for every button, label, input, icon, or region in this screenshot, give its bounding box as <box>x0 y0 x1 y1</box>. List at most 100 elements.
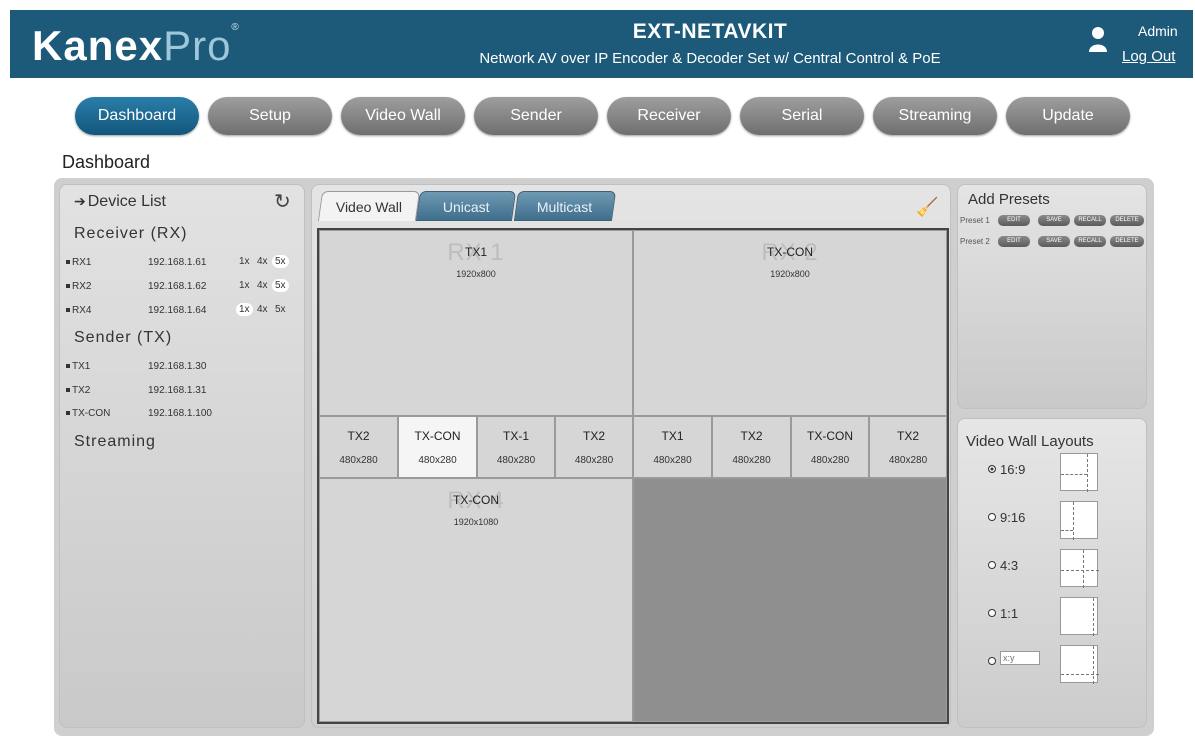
receiver-row[interactable]: RX1 192.168.1.61 1x 4x 5x <box>66 255 302 273</box>
nav-dashboard[interactable]: Dashboard <box>75 97 199 135</box>
wall-cell[interactable]: TX2 480x280 <box>869 416 947 478</box>
wall-cell[interactable]: TX1 480x280 <box>633 416 712 478</box>
page-title: Dashboard <box>62 152 151 172</box>
layout-option-16-9[interactable]: 16:9 <box>988 453 1138 493</box>
tab-multicast[interactable]: Multicast <box>513 191 617 221</box>
preset-row: Preset 2 EDIT SAVE RECALL DELETE <box>960 236 1146 248</box>
tab-unicast[interactable]: Unicast <box>415 191 517 221</box>
product-title: EXT-NETAVKIT <box>632 20 788 43</box>
sender-name: TX-CON <box>72 408 111 419</box>
zone-source: TX-CON <box>767 245 813 259</box>
rx1-zone[interactable]: RX 1 TX1 1920x800 <box>319 230 633 416</box>
receiver-name: RX2 <box>72 281 92 292</box>
radio-icon[interactable] <box>988 657 996 665</box>
custom-ratio-input[interactable] <box>1000 651 1040 665</box>
sender-ip: 192.168.1.100 <box>148 408 212 419</box>
wall-cell[interactable]: TX-CON 480x280 <box>398 416 477 478</box>
header-title-block: EXT-NETAVKIT Network AV over IP Encoder … <box>420 20 1000 67</box>
layout-option-custom[interactable] <box>988 645 1138 685</box>
wall-cell[interactable]: TX2 480x280 <box>555 416 633 478</box>
cell-resolution: 480x280 <box>810 455 850 466</box>
preset-recall-button[interactable]: RECALL <box>1074 236 1106 247</box>
video-wall-canvas[interactable]: RX 1 TX1 1920x800 RX 2 TX-CON 1920x800 T… <box>317 228 949 724</box>
layout-1-1-thumbnail[interactable] <box>1060 597 1098 636</box>
layout-label: 1:1 <box>1000 606 1019 621</box>
radio-icon[interactable] <box>988 561 996 569</box>
sender-name: TX2 <box>72 385 91 396</box>
streaming-section-title: Streaming <box>74 433 156 450</box>
wall-cell[interactable]: TX-CON 480x280 <box>791 416 869 478</box>
receiver-section-title: Receiver (RX) <box>74 225 188 242</box>
scale-1x-button[interactable]: 1x <box>236 255 253 268</box>
layout-16-9-thumbnail[interactable] <box>1060 453 1098 492</box>
wall-cell[interactable]: TX2 480x280 <box>712 416 791 478</box>
scale-4x-button[interactable]: 4x <box>254 303 271 316</box>
nav-setup[interactable]: Setup <box>208 97 332 135</box>
layout-4-3-thumbnail[interactable] <box>1060 549 1099 588</box>
radio-icon[interactable] <box>988 513 996 521</box>
device-list-title: Device List <box>87 193 166 210</box>
nav-streaming[interactable]: Streaming <box>873 97 997 135</box>
wall-cell[interactable]: TX2 480x280 <box>319 416 398 478</box>
logout-link[interactable]: Log Out <box>1122 48 1175 65</box>
scale-5x-button[interactable]: 5x <box>272 303 289 316</box>
tab-video-wall[interactable]: Video Wall <box>317 191 421 221</box>
scale-4x-button[interactable]: 4x <box>254 279 271 292</box>
rx2-zone[interactable]: RX 2 TX-CON 1920x800 <box>633 230 947 416</box>
radio-icon[interactable] <box>988 465 996 473</box>
rx4-zone[interactable]: RX 4 TX-CON 1920x1080 <box>319 478 633 722</box>
preset-edit-button[interactable]: EDIT <box>998 215 1030 226</box>
sender-row[interactable]: TX2 192.168.1.31 <box>66 385 302 401</box>
cell-source: TX2 <box>896 429 919 443</box>
preset-save-button[interactable]: SAVE <box>1038 236 1070 247</box>
sender-row[interactable]: TX1 192.168.1.30 <box>66 361 302 377</box>
preset-delete-button[interactable]: DELETE <box>1110 215 1144 226</box>
layout-option-4-3[interactable]: 4:3 <box>988 549 1138 589</box>
nav-update[interactable]: Update <box>1006 97 1130 135</box>
nav-serial[interactable]: Serial <box>740 97 864 135</box>
scale-4x-button[interactable]: 4x <box>254 255 271 268</box>
product-subtitle: Network AV over IP Encoder & Decoder Set… <box>479 50 941 67</box>
preset-recall-button[interactable]: RECALL <box>1074 215 1106 226</box>
logo-reg: ® <box>231 22 240 33</box>
layout-custom-thumbnail[interactable] <box>1060 645 1099 684</box>
nav-video-wall[interactable]: Video Wall <box>341 97 465 135</box>
layout-9-16-thumbnail[interactable] <box>1060 501 1098 540</box>
layout-option-1-1[interactable]: 1:1 <box>988 597 1138 637</box>
preset-delete-button[interactable]: DELETE <box>1110 236 1144 247</box>
refresh-icon[interactable]: ↻ <box>274 189 291 214</box>
sender-ip: 192.168.1.30 <box>148 361 207 372</box>
scale-5x-button[interactable]: 5x <box>272 279 289 292</box>
main-panel: ➔ Device List ↻ Receiver (RX) RX1 192.168… <box>54 178 1154 736</box>
cell-source: TX-CON <box>807 429 853 443</box>
layout-option-9-16[interactable]: 9:16 <box>988 501 1138 541</box>
receiver-row[interactable]: RX2 192.168.1.62 1x 4x 5x <box>66 279 302 297</box>
cell-resolution: 480x280 <box>732 455 771 466</box>
cell-source: TX2 <box>582 429 605 443</box>
receiver-name: RX1 <box>72 257 92 268</box>
scale-5x-button[interactable]: 5x <box>272 255 289 268</box>
preset-row: Preset 1 EDIT SAVE RECALL DELETE <box>960 215 1146 227</box>
video-wall-panel: Video Wall Unicast Multicast 🧹 RX 1 TX1 … <box>311 184 951 728</box>
sender-row[interactable]: TX-CON 192.168.1.100 <box>66 408 302 424</box>
receiver-ip: 192.168.1.64 <box>148 305 207 316</box>
bullet-icon <box>66 260 70 265</box>
clear-wall-icon[interactable]: 🧹 <box>916 197 938 218</box>
scale-1x-button[interactable]: 1x <box>236 279 253 292</box>
device-list-header: ➔ Device List <box>74 193 166 211</box>
empty-zone[interactable] <box>633 478 947 722</box>
preset-label: Preset 2 <box>960 237 990 246</box>
nav-receiver[interactable]: Receiver <box>607 97 731 135</box>
preset-edit-button[interactable]: EDIT <box>998 236 1030 247</box>
scale-1x-button[interactable]: 1x <box>236 303 253 316</box>
receiver-row[interactable]: RX4 192.168.1.64 1x 4x 5x <box>66 303 302 321</box>
preset-save-button[interactable]: SAVE <box>1038 215 1070 226</box>
radio-icon[interactable] <box>988 609 996 617</box>
bullet-icon <box>66 308 70 313</box>
wall-cell[interactable]: TX-1 480x280 <box>477 416 555 478</box>
user-icon <box>1089 27 1107 52</box>
sender-ip: 192.168.1.31 <box>148 385 207 396</box>
nav-sender[interactable]: Sender <box>474 97 598 135</box>
layouts-panel: Video Wall Layouts 16:9 9:16 4:3 1:1 x:y <box>957 418 1147 728</box>
layout-label: 4:3 <box>1000 558 1019 573</box>
